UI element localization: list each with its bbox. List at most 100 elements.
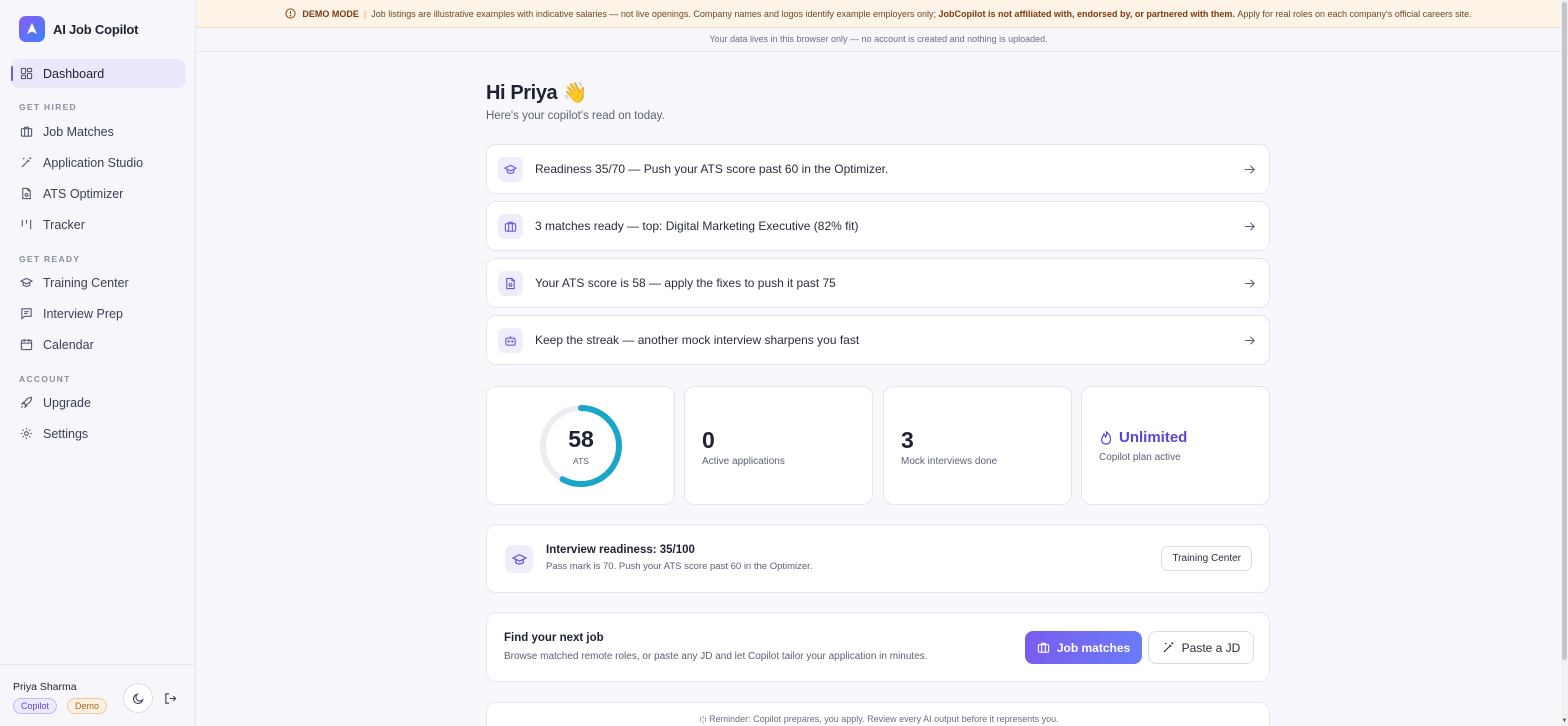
reminder-card: ı¦ı Reminder: Copilot prepares, you appl… (486, 702, 1270, 726)
gear-icon (20, 427, 33, 440)
sidebar-item-job-matches[interactable]: Job Matches (11, 117, 186, 146)
plan-value: Unlimited (1119, 429, 1188, 446)
sidebar-item-label: Interview Prep (43, 306, 123, 321)
logout-button[interactable] (155, 683, 185, 713)
robot-icon (498, 327, 523, 353)
section-get-ready: GET READY (19, 254, 81, 264)
sidebar-item-calendar[interactable]: Calendar (11, 330, 186, 359)
brand-logo-icon (19, 16, 45, 42)
moon-icon (132, 692, 144, 704)
data-notice-banner: Your data lives in this browser only — n… (196, 28, 1561, 52)
action-text: Keep the streak — another mock interview… (535, 333, 860, 347)
rocket-icon (20, 396, 33, 409)
sidebar-item-tracker[interactable]: Tracker (11, 210, 186, 239)
banner-text-strong: JobCopilot is not affiliated with, endor… (938, 8, 1235, 19)
scroll-down-arrow-icon[interactable]: ▼ (1561, 718, 1568, 726)
mock-interviews-card[interactable]: 3 Mock interviews done (883, 386, 1072, 505)
briefcase-icon (498, 213, 523, 239)
sidebar-item-dashboard[interactable]: Dashboard (11, 59, 186, 88)
briefcase-icon (1037, 642, 1049, 653)
theme-toggle-button[interactable] (123, 683, 153, 713)
active-applications-label: Active applications (702, 456, 785, 467)
sidebar-item-ats-optimizer[interactable]: ATS Optimizer (11, 179, 186, 208)
graduation-cap-icon (498, 156, 523, 182)
user-name: Priya Sharma (13, 681, 77, 693)
kanban-icon (21, 219, 32, 230)
readiness-subtitle: Pass mark is 70. Push your ATS score pas… (546, 561, 813, 572)
demo-mode-banner: DEMO MODE | Job listings are illustrativ… (196, 0, 1561, 28)
magic-wand-icon (1163, 642, 1173, 653)
find-job-title: Find your next job (504, 632, 604, 644)
sidebar-item-label: ATS Optimizer (43, 186, 124, 201)
sidebar-footer: Priya Sharma Copilot Demo (0, 664, 196, 726)
brand[interactable]: AI Job Copilot (19, 16, 139, 42)
dashboard-icon (20, 67, 33, 80)
sidebar-item-label: Dashboard (43, 66, 105, 81)
ats-score-card[interactable]: 58 ATS (486, 386, 675, 505)
sidebar-item-label: Training Center (43, 275, 129, 290)
mock-interviews-value: 3 (901, 427, 914, 453)
active-applications-card[interactable]: 0 Active applications (684, 386, 873, 505)
banner-text-1: Job listings are illustrative examples w… (371, 8, 937, 19)
plan-card[interactable]: Unlimited Copilot plan active (1081, 386, 1270, 505)
warning-icon (285, 8, 296, 19)
demo-badge: Demo (67, 698, 108, 714)
plan-row: Unlimited (1099, 429, 1187, 446)
find-job-subtitle: Browse matched remote roles, or paste an… (504, 651, 928, 662)
training-center-button[interactable]: Training Center (1161, 546, 1252, 571)
action-text: Your ATS score is 58 — apply the fixes t… (535, 276, 836, 290)
scrollbar[interactable]: ▼ (1561, 0, 1568, 726)
graduation-cap-icon (20, 277, 33, 287)
plan-label: Copilot plan active (1099, 452, 1181, 463)
arrow-right-icon (1244, 278, 1255, 288)
readiness-title: Interview readiness: 35/100 (546, 544, 695, 556)
paste-jd-label: Paste a JD (1181, 640, 1241, 655)
action-card-readiness[interactable]: Readiness 35/70 — Push your ATS score pa… (486, 144, 1270, 194)
job-matches-label: Job matches (1056, 640, 1131, 655)
sidebar-item-settings[interactable]: Settings (11, 419, 186, 448)
logout-icon (164, 692, 176, 704)
sidebar-item-label: Calendar (43, 337, 94, 352)
section-account: ACCOUNT (19, 374, 71, 384)
banner-separator: | (363, 8, 367, 19)
reminder-icon: ı¦ı (699, 714, 710, 724)
banner-text-2: Apply for real roles on each company's o… (1237, 8, 1472, 19)
briefcase-icon (20, 126, 33, 137)
demo-mode-label: DEMO MODE (302, 8, 359, 19)
mock-interviews-label: Mock interviews done (901, 456, 998, 467)
scrollbar-thumb[interactable] (1562, 2, 1567, 660)
sidebar-item-interview-prep[interactable]: Interview Prep (11, 299, 186, 328)
section-get-hired: GET HIRED (19, 102, 77, 112)
reminder-text: ı¦ı Reminder: Copilot prepares, you appl… (487, 714, 1271, 724)
plan-badge: Copilot (13, 698, 58, 714)
sidebar-item-upgrade[interactable]: Upgrade (11, 388, 186, 417)
active-applications-value: 0 (702, 427, 715, 453)
ats-score-value: 58 (568, 426, 594, 452)
action-card-mock[interactable]: Keep the streak — another mock interview… (486, 315, 1270, 365)
sidebar-item-training-center[interactable]: Training Center (11, 268, 186, 297)
action-text: Readiness 35/70 — Push your ATS score pa… (535, 162, 889, 176)
action-card-matches[interactable]: 3 matches ready — top: Digital Marketing… (486, 201, 1270, 251)
arrow-right-icon (1244, 221, 1255, 231)
sidebar: AI Job Copilot Dashboard GET HIRED Job M… (0, 0, 196, 726)
calendar-icon (20, 338, 33, 351)
job-matches-button[interactable]: Job matches (1025, 631, 1142, 664)
sidebar-item-label: Job Matches (43, 124, 114, 139)
interview-readiness-card: Interview readiness: 35/100 Pass mark is… (486, 524, 1270, 593)
page-title: Hi Priya 👋 (486, 82, 587, 104)
brand-name: AI Job Copilot (53, 21, 139, 37)
sidebar-item-label: Application Studio (43, 155, 144, 170)
flame-icon (1100, 430, 1112, 445)
reminder-label: Reminder: Copilot prepares, you apply. R… (709, 714, 1059, 724)
sidebar-item-label: Tracker (43, 217, 85, 232)
sidebar-item-application-studio[interactable]: Application Studio (11, 148, 186, 177)
ats-score-label: ATS (573, 456, 589, 466)
document-icon (22, 187, 31, 200)
chat-icon (21, 308, 32, 320)
sidebar-item-label: Settings (43, 426, 89, 441)
magic-wand-icon (21, 157, 32, 168)
action-card-ats[interactable]: Your ATS score is 58 — apply the fixes t… (486, 258, 1270, 308)
paste-jd-button[interactable]: Paste a JD (1148, 631, 1254, 664)
action-text: 3 matches ready — top: Digital Marketing… (535, 219, 859, 233)
graduation-cap-icon (505, 545, 533, 573)
